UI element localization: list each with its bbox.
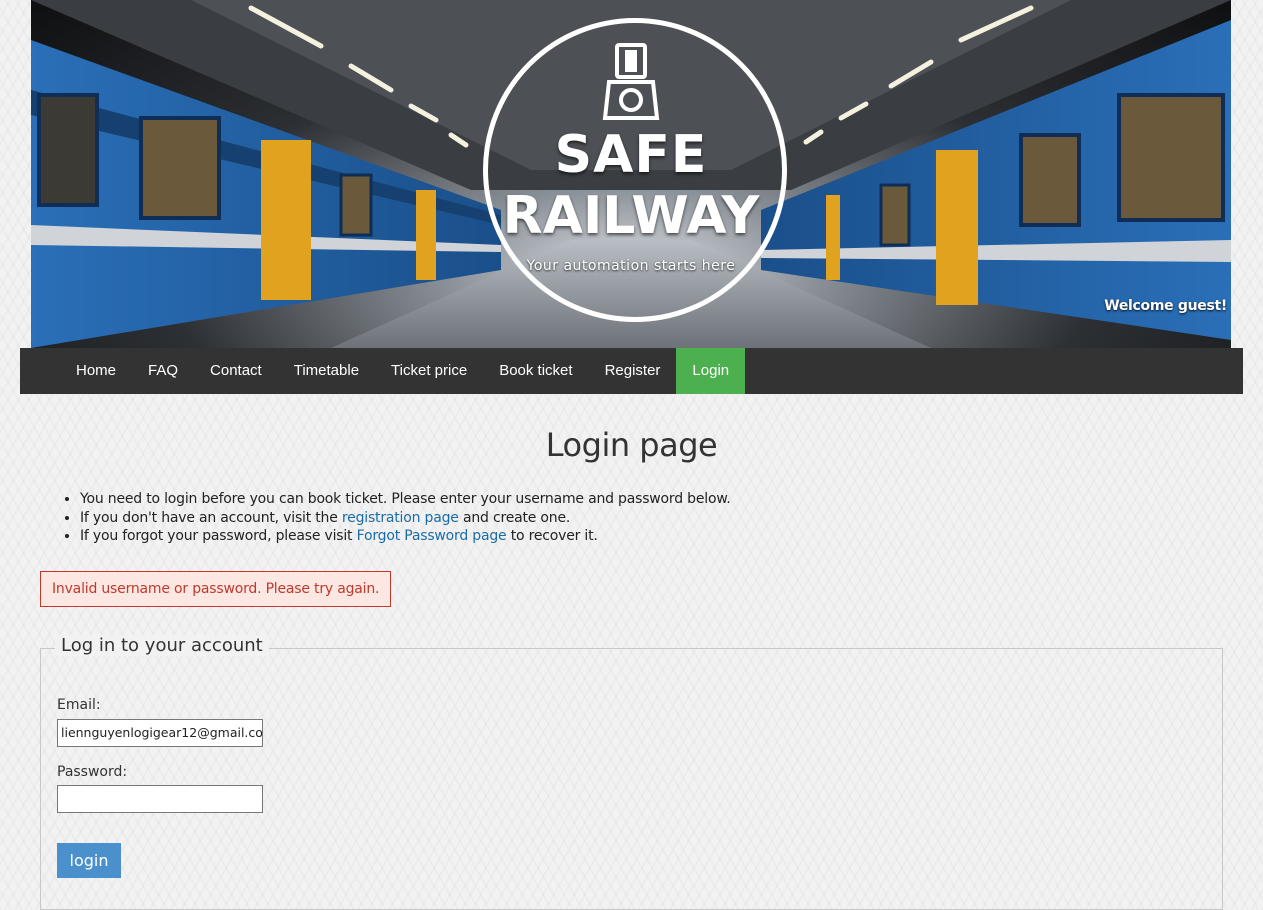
- instruction-text: If you don't have an account, visit the: [80, 509, 342, 526]
- logo-tagline: Your automation starts here: [526, 258, 736, 274]
- instruction-item: If you don't have an account, visit the …: [80, 509, 1223, 528]
- logo-title-safe: SAFE: [554, 125, 708, 185]
- menu-item-ticket-price[interactable]: Ticket price: [375, 348, 483, 394]
- instruction-text: You need to login before you can book ti…: [80, 491, 731, 507]
- email-label: Email:: [57, 697, 101, 713]
- menu-item-faq[interactable]: FAQ: [132, 348, 194, 394]
- instruction-text: and create one.: [458, 509, 571, 526]
- menu-item-home[interactable]: Home: [60, 348, 132, 394]
- header-banner: SAFE RAILWAY Your automation starts here…: [31, 0, 1231, 348]
- main-menu: Home FAQ Contact Timetable Ticket price …: [20, 348, 1243, 394]
- menu-item-register[interactable]: Register: [589, 348, 677, 394]
- main-content: Login page You need to login before you …: [40, 394, 1223, 910]
- instruction-item: If you forgot your password, please visi…: [80, 527, 1223, 546]
- train-logo-icon: [602, 43, 660, 120]
- password-label: Password:: [57, 764, 128, 780]
- welcome-message: Welcome guest!: [1104, 298, 1227, 314]
- registration-page-link[interactable]: registration page: [342, 510, 459, 526]
- instruction-text: If you forgot your password, please visi…: [80, 528, 357, 544]
- login-form: Log in to your account Email: liennguyen…: [40, 635, 1223, 910]
- instruction-item: You need to login before you can book ti…: [80, 490, 1223, 509]
- login-form-legend: Log in to your account: [55, 635, 269, 656]
- instructions-list: You need to login before you can book ti…: [40, 490, 1223, 546]
- menu-item-contact[interactable]: Contact: [194, 348, 278, 394]
- password-field[interactable]: [57, 785, 263, 813]
- menu-item-timetable[interactable]: Timetable: [278, 348, 375, 394]
- error-message: Invalid username or password. Please try…: [40, 570, 392, 607]
- menu-item-book-ticket[interactable]: Book ticket: [483, 348, 588, 394]
- menu-item-login[interactable]: Login: [676, 348, 746, 394]
- page-title: Login page: [545, 426, 718, 464]
- email-field[interactable]: liennguyenlogigear12@gmail.com: [57, 719, 263, 747]
- forgot-password-link[interactable]: Forgot Password page: [357, 528, 507, 544]
- instruction-text: to recover it.: [506, 528, 598, 544]
- logo-title-railway: RAILWAY: [502, 186, 760, 246]
- login-button[interactable]: login: [57, 843, 121, 878]
